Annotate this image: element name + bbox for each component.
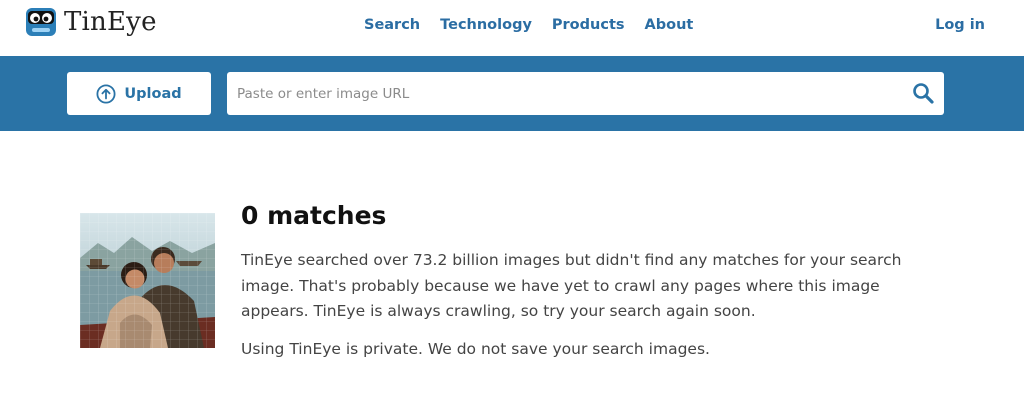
nav-products[interactable]: Products: [552, 17, 625, 33]
tineye-robot-icon: [26, 8, 56, 36]
login-link[interactable]: Log in: [935, 17, 985, 33]
url-field: [227, 72, 944, 115]
nav-search[interactable]: Search: [364, 17, 420, 33]
nav-technology[interactable]: Technology: [440, 17, 532, 33]
upload-arrow-icon: [96, 83, 116, 104]
brand-name: TinEye: [64, 7, 157, 37]
search-image-thumbnail: [80, 213, 215, 348]
upload-button[interactable]: Upload: [67, 72, 211, 115]
privacy-notice: Using TinEye is private. We do not save …: [241, 340, 710, 358]
tineye-logo[interactable]: TinEye: [25, 6, 157, 38]
main-nav: Search Technology Products About: [364, 17, 713, 33]
image-url-input[interactable]: [235, 72, 899, 115]
site-header: TinEye Search Technology Products About …: [0, 0, 1024, 56]
upload-label: Upload: [124, 85, 182, 102]
result-description: TinEye searched over 73.2 billion images…: [241, 251, 902, 320]
nav-about[interactable]: About: [645, 17, 694, 33]
search-icon[interactable]: [912, 82, 934, 104]
result-title: 0 matches: [241, 201, 387, 230]
search-bar: Upload: [0, 56, 1024, 131]
